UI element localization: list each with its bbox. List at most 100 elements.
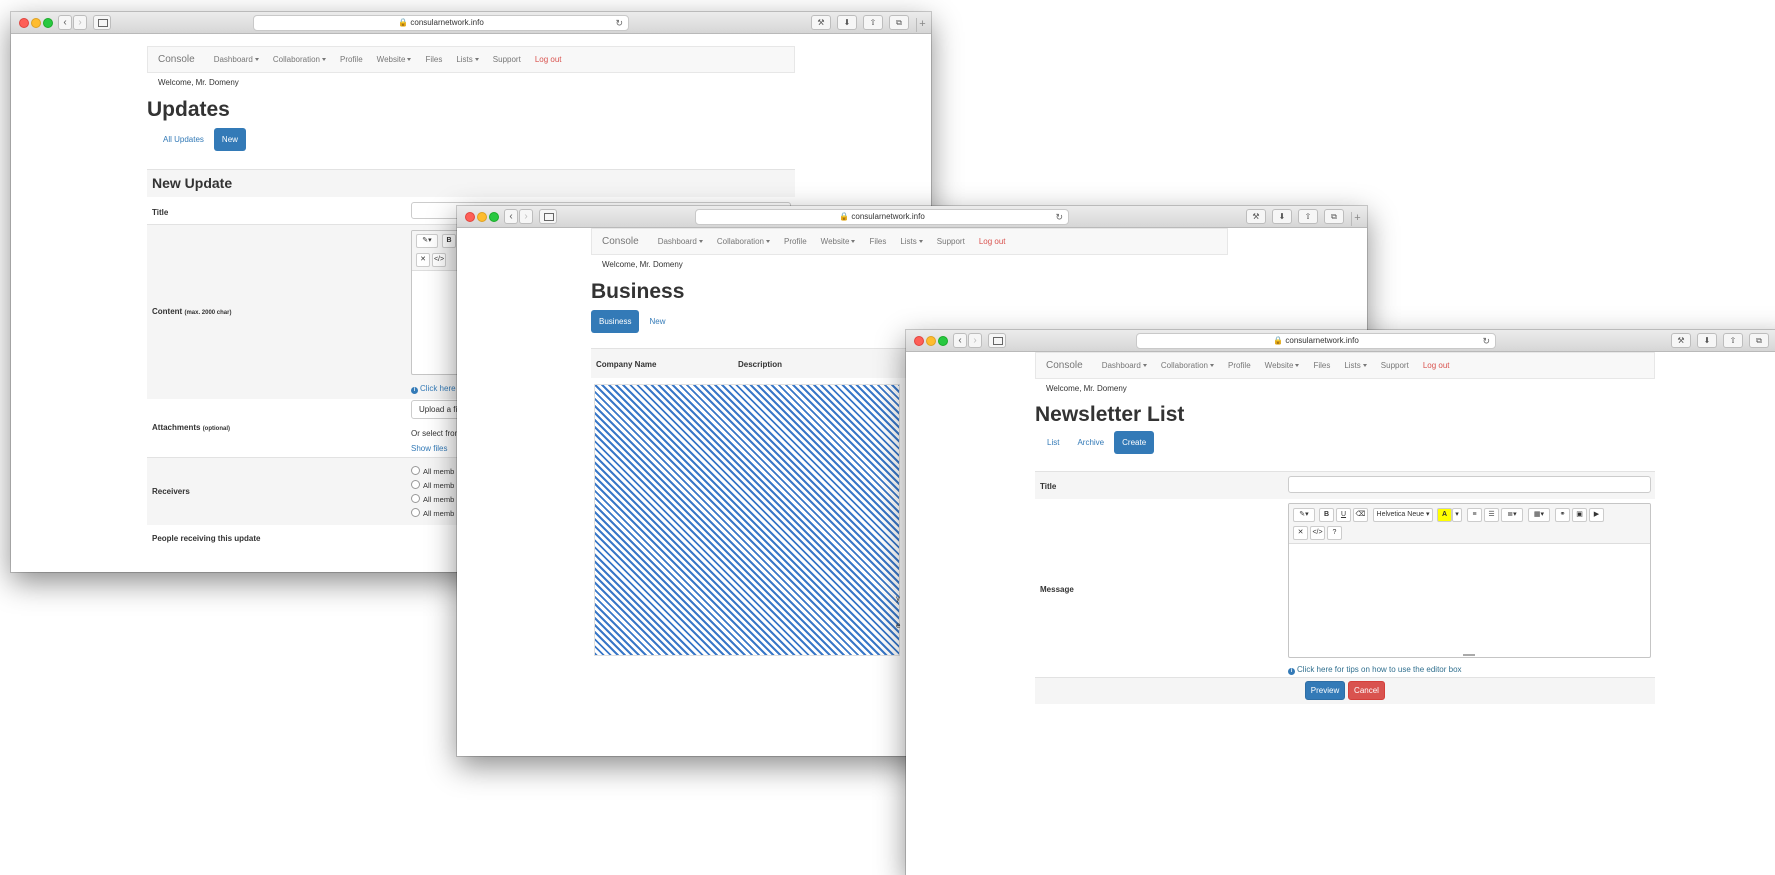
zoom-window-button[interactable] xyxy=(938,336,948,346)
receiver-radio-3[interactable]: All memb xyxy=(411,494,454,504)
nav-dashboard[interactable]: Dashboard xyxy=(658,237,703,246)
nav-files[interactable]: Files xyxy=(869,237,886,246)
message-editor[interactable]: ✎▾ B U ⌫ Helvetica Neue ▾ A ▾ ≡ ☰ ≣▾ ▦▾ … xyxy=(1288,503,1651,658)
receiver-radio-2[interactable]: All memb xyxy=(411,480,454,490)
tab-create[interactable]: Create xyxy=(1114,431,1155,454)
nav-lists[interactable]: Lists xyxy=(1344,361,1366,370)
share-icon[interactable]: ⇧ xyxy=(863,15,883,30)
tab-list[interactable]: List xyxy=(1039,431,1067,454)
zoom-window-button[interactable] xyxy=(489,212,499,222)
tab-new[interactable]: New xyxy=(213,128,246,151)
tips-link[interactable]: i Click here for tips on how to use the e… xyxy=(1288,665,1462,675)
nav-files[interactable]: Files xyxy=(425,55,442,64)
tabs-icon[interactable]: ⧉ xyxy=(1749,333,1769,348)
nav-logout[interactable]: Log out xyxy=(1423,361,1450,370)
magic-icon[interactable]: ✎▾ xyxy=(1293,508,1315,522)
nav-logout[interactable]: Log out xyxy=(535,55,562,64)
download-icon[interactable]: ⬇ xyxy=(1272,209,1292,224)
bold-button[interactable]: B xyxy=(442,234,456,248)
close-window-button[interactable] xyxy=(465,212,475,222)
nav-website[interactable]: Website xyxy=(377,55,412,64)
download-icon[interactable]: ⬇ xyxy=(1697,333,1717,348)
unordered-list-icon[interactable]: ☰ xyxy=(1484,508,1499,522)
title-input[interactable] xyxy=(1288,476,1651,493)
nav-support[interactable]: Support xyxy=(937,237,965,246)
download-icon[interactable]: ⬇ xyxy=(837,15,857,30)
reload-icon[interactable]: ↻ xyxy=(1482,334,1490,348)
nav-profile[interactable]: Profile xyxy=(1228,361,1251,370)
tools-icon[interactable]: ⚒ xyxy=(811,15,831,30)
nav-profile[interactable]: Profile xyxy=(784,237,807,246)
ordered-list-icon[interactable]: ≡ xyxy=(1467,508,1482,522)
fullscreen-icon[interactable]: ✕ xyxy=(1293,526,1308,540)
share-icon[interactable]: ⇧ xyxy=(1723,333,1743,348)
fullscreen-icon[interactable]: ✕ xyxy=(416,253,430,267)
code-icon[interactable]: </> xyxy=(1310,526,1325,540)
zoom-window-button[interactable] xyxy=(43,18,53,28)
tab-business[interactable]: Business xyxy=(591,310,640,333)
minimize-window-button[interactable] xyxy=(31,18,41,28)
brand-link[interactable]: Console xyxy=(1046,360,1083,371)
nav-website[interactable]: Website xyxy=(1265,361,1300,370)
tips-link[interactable]: i Click here xyxy=(411,384,456,394)
reload-icon[interactable]: ↻ xyxy=(615,16,623,30)
link-icon[interactable]: ⚭ xyxy=(1555,508,1570,522)
minimize-window-button[interactable] xyxy=(477,212,487,222)
new-tab-icon[interactable]: + xyxy=(916,18,928,32)
show-files-link[interactable]: Show files xyxy=(411,444,447,453)
receiver-radio-1[interactable]: All memb xyxy=(411,466,454,476)
share-icon[interactable]: ⇧ xyxy=(1298,209,1318,224)
cancel-button[interactable]: Cancel xyxy=(1348,681,1385,700)
back-icon[interactable]: ‹ xyxy=(58,15,72,30)
nav-collaboration[interactable]: Collaboration xyxy=(273,55,326,64)
font-family-select[interactable]: Helvetica Neue ▾ xyxy=(1373,508,1433,522)
close-window-button[interactable] xyxy=(19,18,29,28)
minimize-window-button[interactable] xyxy=(926,336,936,346)
tools-icon[interactable]: ⚒ xyxy=(1246,209,1266,224)
back-icon[interactable]: ‹ xyxy=(504,209,518,224)
video-icon[interactable]: ▶ xyxy=(1589,508,1604,522)
nav-files[interactable]: Files xyxy=(1313,361,1330,370)
nav-dashboard[interactable]: Dashboard xyxy=(214,55,259,64)
text-color-button[interactable]: A xyxy=(1437,508,1452,522)
preview-button[interactable]: Preview xyxy=(1305,681,1345,700)
nav-dashboard[interactable]: Dashboard xyxy=(1102,361,1147,370)
nav-lists[interactable]: Lists xyxy=(900,237,922,246)
receiver-radio-4[interactable]: All memb xyxy=(411,508,454,518)
back-icon[interactable]: ‹ xyxy=(953,333,967,348)
sidebar-toggle-icon[interactable] xyxy=(93,15,111,30)
image-icon[interactable]: ▣ xyxy=(1572,508,1587,522)
brand-link[interactable]: Console xyxy=(602,236,639,247)
reload-icon[interactable]: ↻ xyxy=(1055,210,1063,224)
nav-support[interactable]: Support xyxy=(1381,361,1409,370)
close-window-button[interactable] xyxy=(914,336,924,346)
forward-icon[interactable]: › xyxy=(968,333,982,348)
sidebar-toggle-icon[interactable] xyxy=(988,333,1006,348)
nav-logout[interactable]: Log out xyxy=(979,237,1006,246)
forward-icon[interactable]: › xyxy=(73,15,87,30)
help-button[interactable]: ? xyxy=(1327,526,1342,540)
nav-profile[interactable]: Profile xyxy=(340,55,363,64)
magic-icon[interactable]: ✎▾ xyxy=(416,234,438,248)
nav-support[interactable]: Support xyxy=(493,55,521,64)
forward-icon[interactable]: › xyxy=(519,209,533,224)
tab-archive[interactable]: Archive xyxy=(1069,431,1112,454)
code-icon[interactable]: </> xyxy=(432,253,446,267)
new-tab-icon[interactable]: + xyxy=(1351,212,1363,226)
tools-icon[interactable]: ⚒ xyxy=(1671,333,1691,348)
nav-collaboration[interactable]: Collaboration xyxy=(717,237,770,246)
tabs-icon[interactable]: ⧉ xyxy=(889,15,909,30)
align-icon[interactable]: ≣▾ xyxy=(1501,508,1523,522)
nav-website[interactable]: Website xyxy=(821,237,856,246)
sidebar-toggle-icon[interactable] xyxy=(539,209,557,224)
tabs-icon[interactable]: ⧉ xyxy=(1324,209,1344,224)
resize-handle[interactable] xyxy=(1463,654,1475,656)
nav-lists[interactable]: Lists xyxy=(456,55,478,64)
bold-button[interactable]: B xyxy=(1319,508,1334,522)
underline-button[interactable]: U xyxy=(1336,508,1351,522)
address-bar[interactable]: 🔒 consularnetwork.info ↻ xyxy=(1136,333,1496,349)
tab-all-updates[interactable]: All Updates xyxy=(155,128,212,151)
eraser-icon[interactable]: ⌫ xyxy=(1353,508,1368,522)
tab-new[interactable]: New xyxy=(641,310,673,333)
brand-link[interactable]: Console xyxy=(158,54,195,65)
